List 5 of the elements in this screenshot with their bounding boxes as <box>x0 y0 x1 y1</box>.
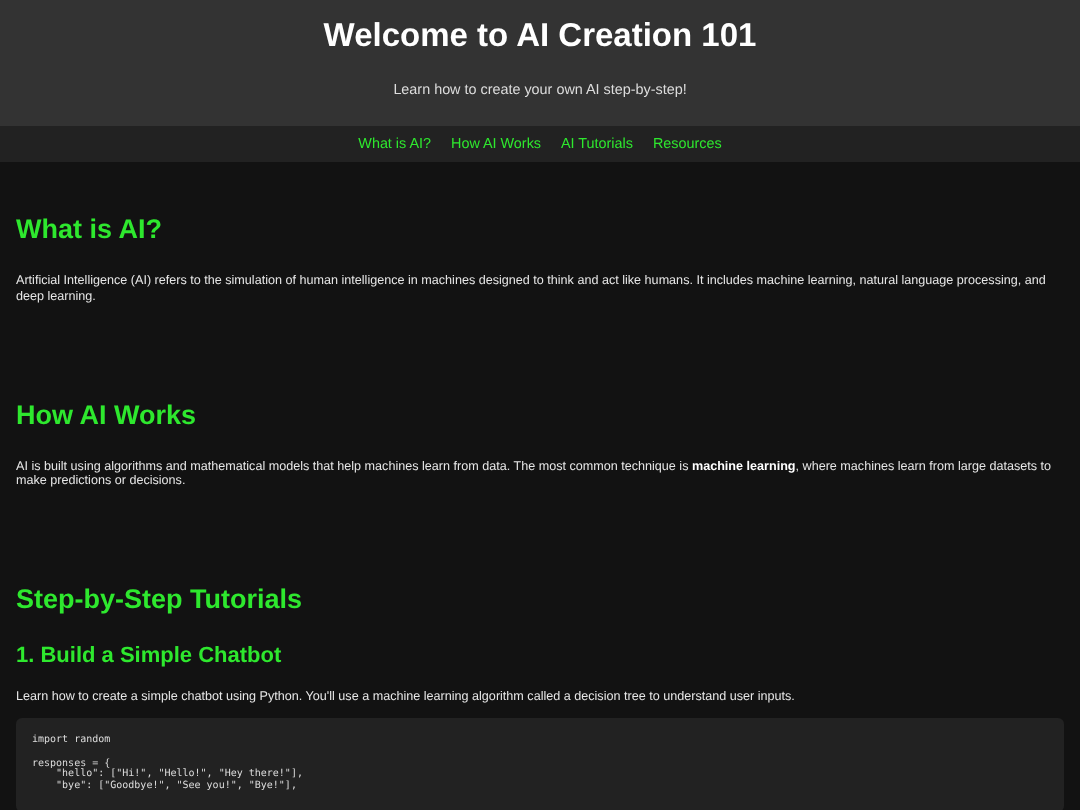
section-heading: What is AI? <box>16 214 164 246</box>
tutorial-heading: 1. Build a Simple Chatbot <box>16 644 284 671</box>
section-heading: Step-by-Step Tutorials <box>16 584 305 617</box>
section-heading: How AI Works <box>16 399 199 432</box>
page-title: Welcome to AI Creation 101 <box>321 16 759 56</box>
